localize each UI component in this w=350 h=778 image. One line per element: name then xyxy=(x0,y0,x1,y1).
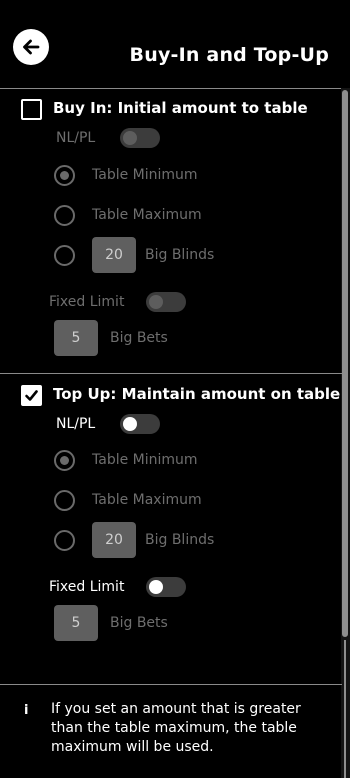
page-title: Buy-In and Top-Up xyxy=(129,44,329,66)
buy-in-radio-table-minimum[interactable] xyxy=(54,165,75,186)
buy-in-big-bets-input[interactable]: 5 xyxy=(54,320,98,356)
buy-in-radio-table-maximum[interactable] xyxy=(54,205,75,226)
header-divider xyxy=(0,88,342,89)
scrollbar-thumb[interactable] xyxy=(342,90,348,637)
buy-in-nlpl-label: NL/PL xyxy=(56,130,96,146)
buy-in-fixed-limit-toggle[interactable] xyxy=(146,292,186,312)
top-up-big-bets-label: Big Bets xyxy=(110,615,168,631)
top-up-nlpl-label: NL/PL xyxy=(56,416,96,432)
toggle-knob xyxy=(149,580,163,594)
top-up-big-blinds-label: Big Blinds xyxy=(145,532,215,548)
top-up-fixed-limit-label: Fixed Limit xyxy=(49,579,125,595)
buy-in-big-blinds-input[interactable]: 20 xyxy=(92,237,136,273)
toggle-knob xyxy=(123,417,137,431)
radio-selected-dot xyxy=(60,171,69,180)
buy-in-nlpl-toggle[interactable] xyxy=(120,128,160,148)
info-divider xyxy=(0,684,342,685)
top-up-title: Top Up: Maintain amount on table xyxy=(53,385,341,403)
buy-in-title: Buy In: Initial amount to table xyxy=(53,99,308,117)
toggle-knob xyxy=(123,131,137,145)
section-divider xyxy=(0,373,342,374)
top-up-table-maximum-label: Table Maximum xyxy=(92,492,202,508)
top-up-table-minimum-label: Table Minimum xyxy=(92,452,198,468)
top-up-big-bets-input[interactable]: 5 xyxy=(54,605,98,641)
radio-selected-dot xyxy=(60,456,69,465)
scrollbar-rail xyxy=(344,640,346,778)
buy-in-table-minimum-label: Table Minimum xyxy=(92,167,198,183)
buy-in-table-maximum-label: Table Maximum xyxy=(92,207,202,223)
arrow-left-icon xyxy=(23,39,40,55)
buy-in-fixed-limit-label: Fixed Limit xyxy=(49,294,125,310)
top-up-radio-table-minimum[interactable] xyxy=(54,450,75,471)
back-button[interactable] xyxy=(13,29,49,65)
top-up-fixed-limit-toggle[interactable] xyxy=(146,577,186,597)
buy-in-big-blinds-label: Big Blinds xyxy=(145,247,215,263)
top-up-checkbox[interactable] xyxy=(21,385,42,406)
top-up-radio-big-blinds[interactable] xyxy=(54,530,75,551)
top-up-nlpl-toggle[interactable] xyxy=(120,414,160,434)
buy-in-big-bets-label: Big Bets xyxy=(110,330,168,346)
buy-in-checkbox[interactable] xyxy=(21,99,42,120)
top-up-big-blinds-input[interactable]: 20 xyxy=(92,522,136,558)
buy-in-radio-big-blinds[interactable] xyxy=(54,245,75,266)
info-message: If you set an amount that is greater tha… xyxy=(51,701,301,755)
info-icon: i xyxy=(24,703,29,718)
toggle-knob xyxy=(149,295,163,309)
checkmark-icon xyxy=(25,390,38,401)
top-up-radio-table-maximum[interactable] xyxy=(54,490,75,511)
